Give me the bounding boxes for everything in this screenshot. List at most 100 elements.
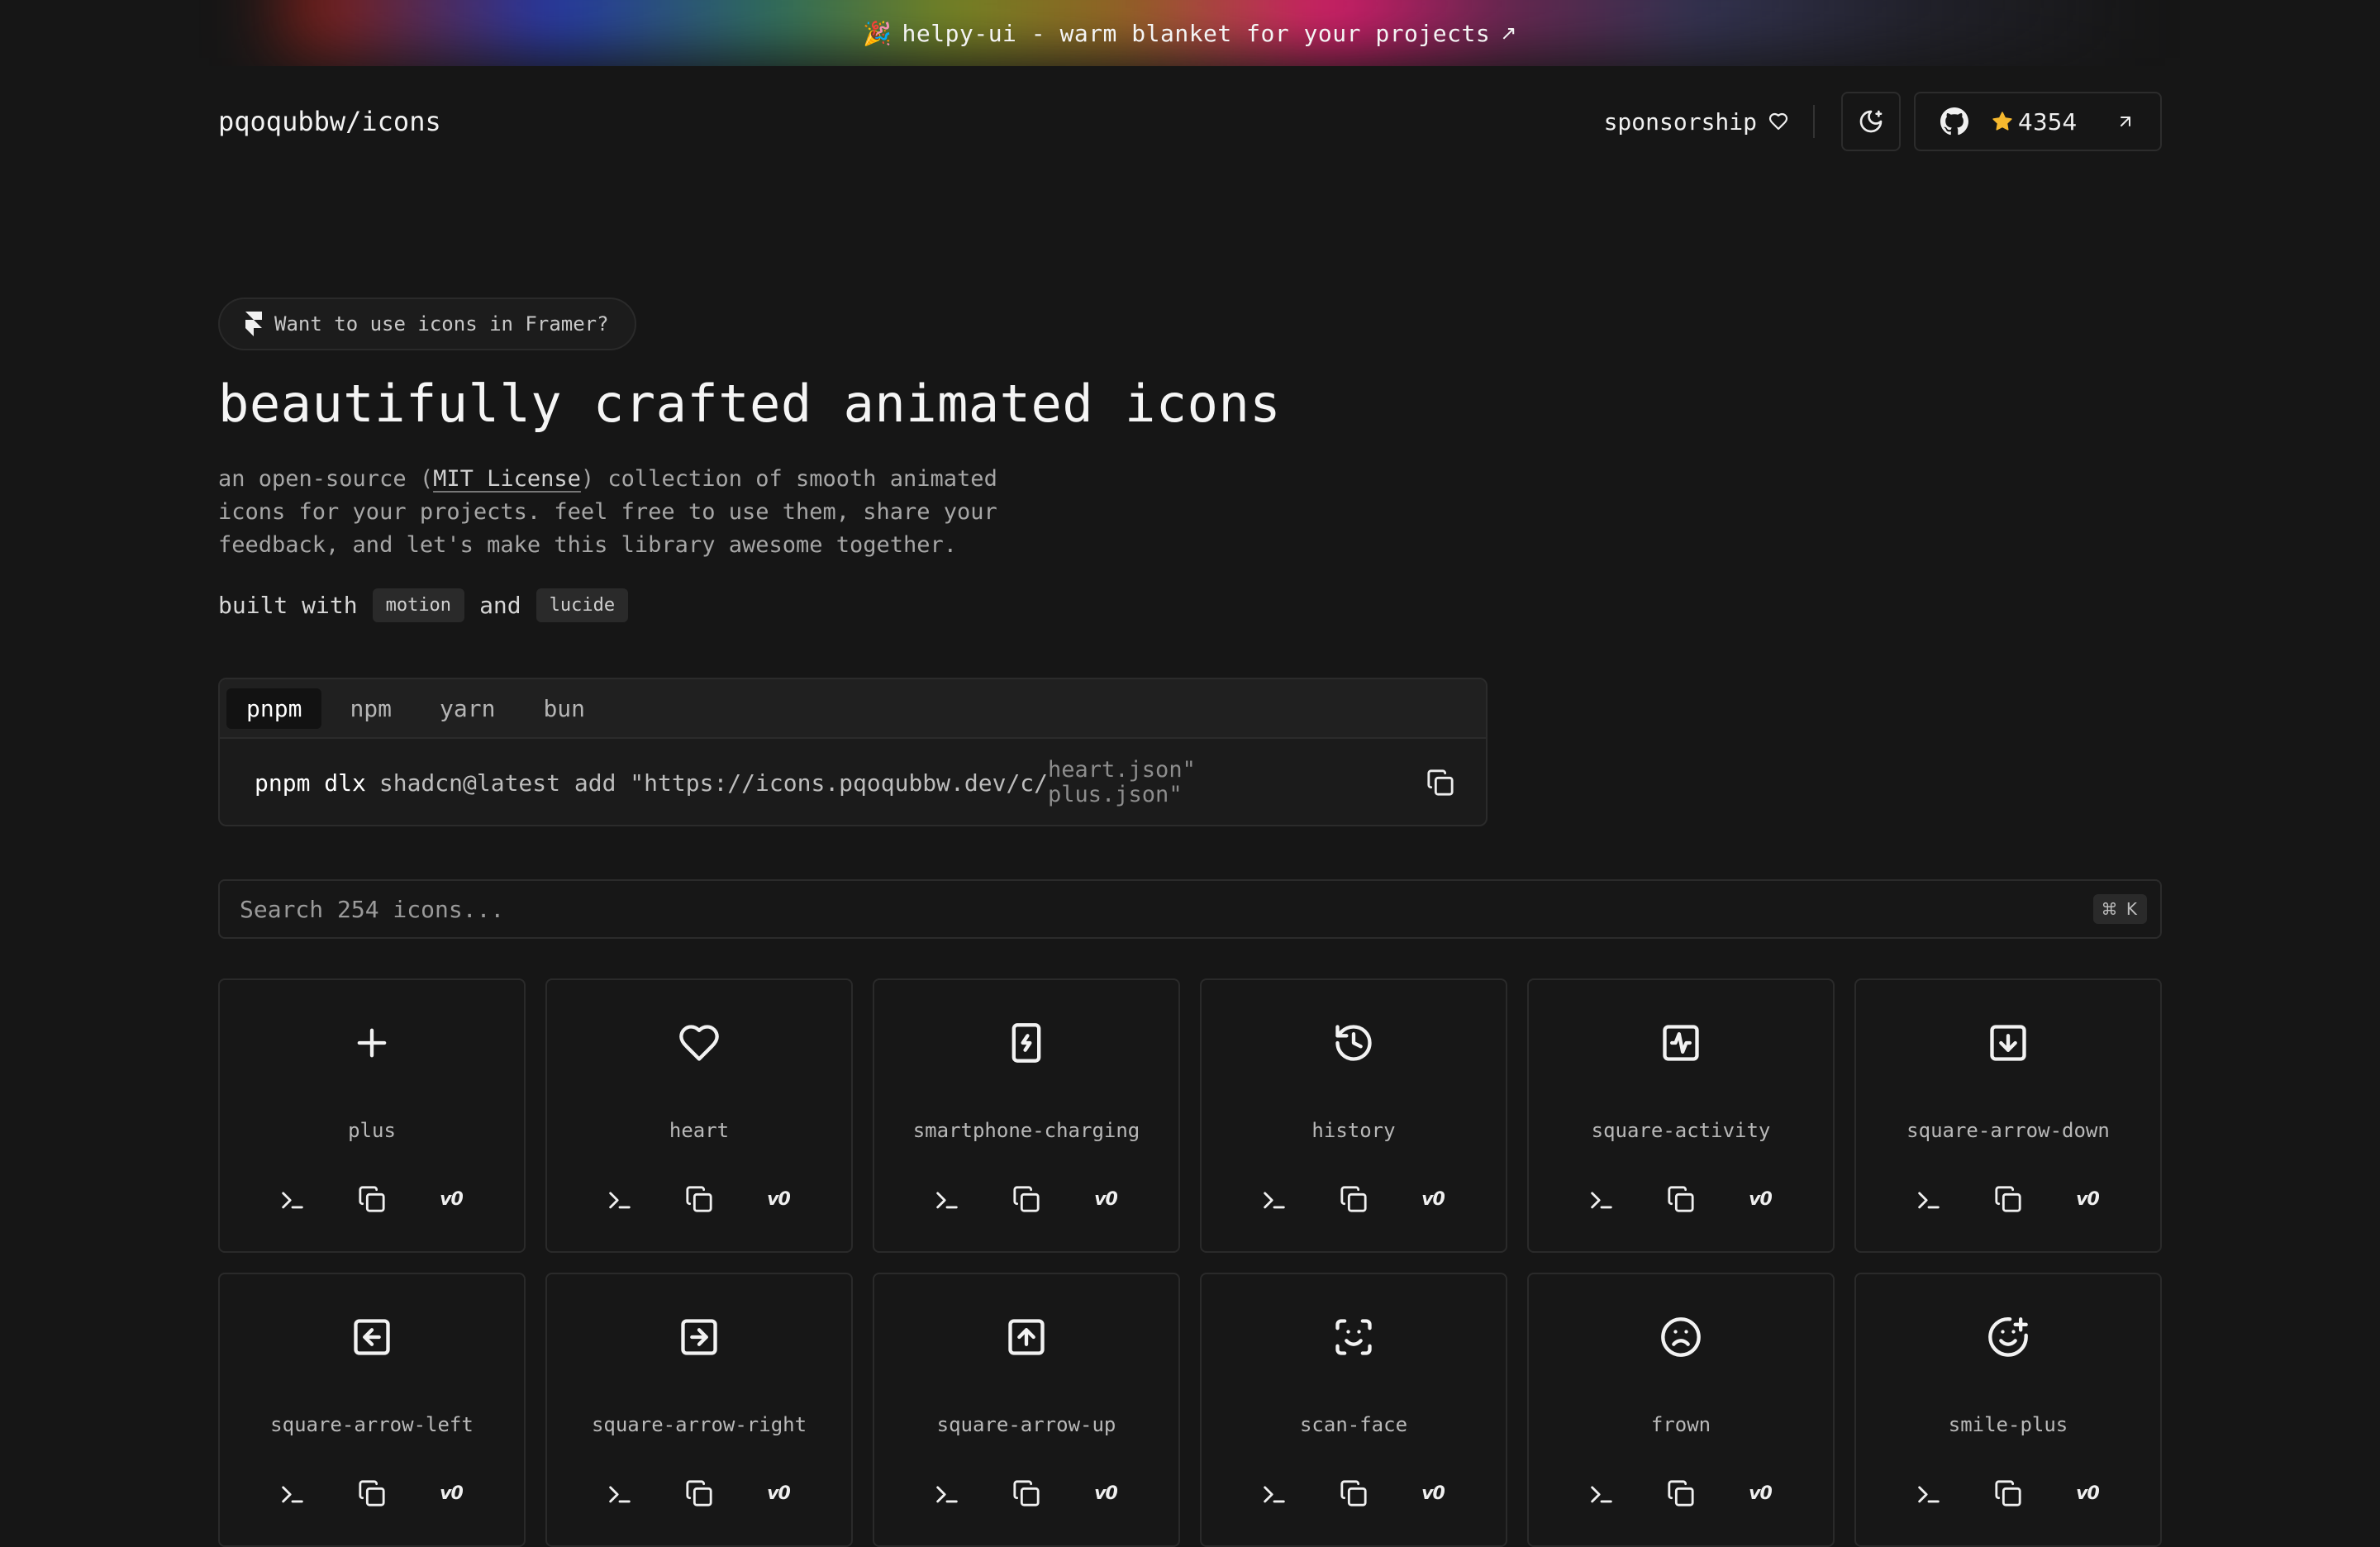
copy-icon [1013, 1186, 1040, 1212]
icon-card-square-arrow-down[interactable]: square-arrow-down v0 [1854, 978, 2162, 1253]
search-input[interactable] [240, 895, 2093, 923]
built-with-label: built with [218, 592, 358, 619]
icon-card-plus[interactable]: plus v0 [218, 978, 526, 1253]
open-in-v0-button[interactable]: v0 [1743, 1476, 1778, 1511]
icon-card-square-arrow-up[interactable]: square-arrow-up v0 [873, 1273, 1180, 1547]
icon-card-actions: v0 [1202, 1182, 1506, 1216]
copy-cli-command-button[interactable] [1257, 1476, 1292, 1511]
open-in-v0-button[interactable]: v0 [1416, 1182, 1450, 1216]
square-arrow-left-icon[interactable] [350, 1316, 393, 1359]
copy-cli-command-button[interactable] [930, 1476, 964, 1511]
icon-card-square-arrow-right[interactable]: square-arrow-right v0 [545, 1273, 853, 1547]
announcement-banner[interactable]: 🎉 helpy-ui - warm blanket for your proje… [0, 0, 2380, 66]
copy-cli-command-button[interactable] [602, 1182, 637, 1216]
mit-license-link[interactable]: MIT License [433, 466, 581, 492]
brand-title[interactable]: pqoqubbw/icons [218, 106, 441, 137]
copy-cli-command-button[interactable] [602, 1476, 637, 1511]
icon-card-actions: v0 [1856, 1182, 2160, 1216]
icon-card-smile-plus[interactable]: smile-plus v0 [1854, 1273, 2162, 1547]
copy-code-button[interactable] [1009, 1182, 1044, 1216]
smile-plus-icon[interactable] [1987, 1316, 2030, 1359]
open-in-v0-button[interactable]: v0 [434, 1182, 469, 1216]
copy-icon [686, 1186, 712, 1212]
icon-card-square-activity[interactable]: square-activity v0 [1527, 978, 1835, 1253]
copy-cli-command-button[interactable] [275, 1182, 310, 1216]
motion-chip[interactable]: motion [372, 588, 465, 622]
github-button[interactable]: 4354 [1914, 92, 2162, 151]
smartphone-charging-icon[interactable] [1005, 1021, 1048, 1064]
icon-card-scan-face[interactable]: scan-face v0 [1200, 1273, 1507, 1547]
theme-toggle-button[interactable] [1841, 92, 1901, 151]
install-command: pnpm dlx shadcn@latest add "https://icon… [220, 739, 1486, 825]
hero-title: beautifully crafted animated icons [218, 374, 1282, 434]
history-icon[interactable] [1332, 1021, 1375, 1064]
copy-cli-command-button[interactable] [1584, 1182, 1619, 1216]
icon-search-bar: ⌘ K [218, 879, 2162, 939]
open-in-v0-button[interactable]: v0 [1088, 1182, 1123, 1216]
open-in-v0-button[interactable]: v0 [434, 1476, 469, 1511]
tab-yarn[interactable]: yarn [420, 688, 515, 729]
icon-card-frown[interactable]: frown v0 [1527, 1273, 1835, 1547]
square-arrow-down-icon[interactable] [1987, 1021, 2030, 1064]
copy-code-button[interactable] [1664, 1182, 1698, 1216]
frown-icon[interactable] [1659, 1316, 1702, 1359]
desc-prefix: an open-source ( [218, 466, 434, 492]
package-manager-tabs: pnpm npm yarn bun [220, 679, 1486, 739]
icon-card-label: square-arrow-left [270, 1413, 474, 1436]
copy-code-button[interactable] [355, 1476, 389, 1511]
copy-code-button[interactable] [1991, 1476, 2025, 1511]
icon-card-square-arrow-left[interactable]: square-arrow-left v0 [218, 1273, 526, 1547]
tab-pnpm[interactable]: pnpm [226, 688, 322, 729]
command-main: pnpm dlx [255, 769, 366, 797]
square-arrow-up-icon[interactable] [1005, 1316, 1048, 1359]
scan-face-icon[interactable] [1332, 1316, 1375, 1359]
tab-npm[interactable]: npm [330, 688, 412, 729]
copy-cli-command-button[interactable] [930, 1182, 964, 1216]
open-in-v0-button[interactable]: v0 [2070, 1182, 2105, 1216]
sponsorship-link[interactable]: sponsorship [1604, 108, 1788, 136]
copy-code-button[interactable] [682, 1476, 716, 1511]
command-files: heart.json" plus.json" [1048, 758, 1196, 807]
terminal-icon [1918, 1192, 1940, 1209]
copy-code-button[interactable] [1336, 1476, 1371, 1511]
copy-icon [1340, 1480, 1367, 1507]
copy-icon [1668, 1480, 1694, 1507]
copy-code-button[interactable] [682, 1182, 716, 1216]
copy-cli-command-button[interactable] [275, 1476, 310, 1511]
framer-promo-pill[interactable]: Want to use icons in Framer? [218, 298, 636, 350]
copy-cli-command-button[interactable] [1257, 1182, 1292, 1216]
copy-code-button[interactable] [355, 1182, 389, 1216]
copy-cli-command-button[interactable] [1911, 1182, 1946, 1216]
icon-card-actions: v0 [874, 1476, 1178, 1511]
icon-card-actions: v0 [220, 1476, 524, 1511]
copy-cli-command-button[interactable] [1911, 1476, 1946, 1511]
copy-code-button[interactable] [1336, 1182, 1371, 1216]
copy-code-button[interactable] [1009, 1476, 1044, 1511]
plus-icon[interactable] [350, 1021, 393, 1064]
icon-card-actions: v0 [1529, 1476, 1833, 1511]
heart-icon[interactable] [678, 1021, 721, 1064]
copy-cli-command-button[interactable] [1584, 1476, 1619, 1511]
icon-card-history[interactable]: history v0 [1200, 978, 1507, 1253]
command-file-2: plus.json" [1048, 782, 1183, 807]
open-in-v0-button[interactable]: v0 [761, 1182, 796, 1216]
square-arrow-right-icon[interactable] [678, 1316, 721, 1359]
icon-card-label: heart [669, 1119, 730, 1142]
open-in-v0-button[interactable]: v0 [2070, 1476, 2105, 1511]
icon-card-actions: v0 [1856, 1476, 2160, 1511]
copy-command-button[interactable] [1426, 769, 1454, 797]
icon-card-label: smile-plus [1948, 1413, 2068, 1436]
open-in-v0-button[interactable]: v0 [1416, 1476, 1450, 1511]
party-popper-icon: 🎉 [863, 19, 892, 47]
open-in-v0-button[interactable]: v0 [1743, 1182, 1778, 1216]
open-in-v0-button[interactable]: v0 [1088, 1476, 1123, 1511]
icon-card-heart[interactable]: heart v0 [545, 978, 853, 1253]
tab-bun[interactable]: bun [523, 688, 605, 729]
icon-card-label: square-arrow-right [591, 1413, 807, 1436]
lucide-chip[interactable]: lucide [536, 588, 629, 622]
open-in-v0-button[interactable]: v0 [761, 1476, 796, 1511]
copy-code-button[interactable] [1664, 1476, 1698, 1511]
icon-card-smartphone-charging[interactable]: smartphone-charging v0 [873, 978, 1180, 1253]
copy-code-button[interactable] [1991, 1182, 2025, 1216]
square-activity-icon[interactable] [1659, 1021, 1702, 1064]
